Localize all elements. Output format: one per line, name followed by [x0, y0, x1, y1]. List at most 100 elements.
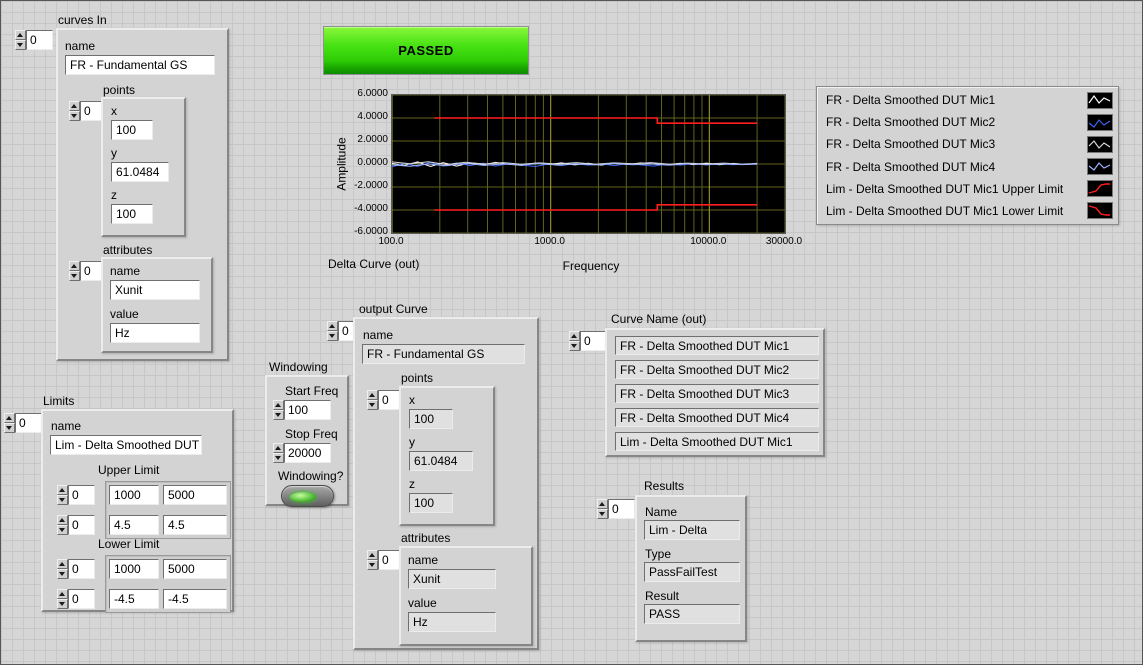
- index-value[interactable]: 0: [580, 331, 607, 351]
- decrement-button[interactable]: [57, 495, 68, 505]
- legend-item[interactable]: FR - Delta Smoothed DUT Mic4: [817, 156, 1118, 178]
- increment-button[interactable]: [569, 331, 580, 341]
- curve-style-icon[interactable]: [1087, 136, 1113, 153]
- decrement-button[interactable]: [69, 271, 80, 281]
- x-axis-label: Frequency: [511, 259, 671, 273]
- stop-freq-control[interactable]: 20000: [273, 443, 331, 463]
- points-cluster: x 100 y 61.0484 z 100: [101, 97, 186, 237]
- curves-in-index-control[interactable]: 0: [15, 30, 53, 50]
- upper-value-index-control[interactable]: 0: [57, 515, 95, 535]
- decrement-button[interactable]: [597, 509, 608, 519]
- attr-value-field[interactable]: Hz: [110, 323, 200, 343]
- windowing-toggle[interactable]: [281, 485, 334, 507]
- index-value[interactable]: 0: [68, 559, 95, 579]
- curve-style-icon[interactable]: [1087, 92, 1113, 109]
- lower-freq-index-control[interactable]: 0: [57, 559, 95, 579]
- lower-value-2-field[interactable]: -4.5: [163, 589, 227, 609]
- decrement-button[interactable]: [273, 410, 284, 420]
- legend-item[interactable]: FR - Delta Smoothed DUT Mic1: [817, 89, 1118, 111]
- curve-style-icon[interactable]: [1087, 180, 1113, 197]
- x-field: 100: [409, 409, 453, 429]
- windowing-toggle-label: Windowing?: [278, 469, 343, 483]
- increment-button[interactable]: [4, 413, 15, 423]
- upper-limit-label: Upper Limit: [98, 463, 159, 477]
- index-value[interactable]: 100: [284, 400, 331, 420]
- decrement-button[interactable]: [15, 40, 26, 50]
- plot-canvas: [392, 95, 785, 233]
- lower-limit-label: Lower Limit: [98, 537, 159, 551]
- increment-button[interactable]: [367, 550, 378, 560]
- legend-item[interactable]: Lim - Delta Smoothed DUT Mic1 Upper Limi…: [817, 178, 1118, 200]
- plot-legend: FR - Delta Smoothed DUT Mic1 FR - Delta …: [816, 86, 1119, 225]
- output-curve-label: output Curve: [359, 302, 428, 316]
- legend-item[interactable]: Lim - Delta Smoothed DUT Mic1 Lower Limi…: [817, 200, 1118, 222]
- y-tick-label: 6.0000: [348, 87, 388, 101]
- curve-style-icon[interactable]: [1087, 202, 1113, 219]
- limits-name-field[interactable]: Lim - Delta Smoothed DUT: [50, 435, 202, 455]
- decrement-button[interactable]: [367, 400, 378, 410]
- passed-label: PASSED: [398, 43, 454, 58]
- attributes-label: attributes: [103, 243, 152, 257]
- decrement-button[interactable]: [569, 341, 580, 351]
- index-value[interactable]: 0: [608, 499, 635, 519]
- increment-button[interactable]: [57, 559, 68, 569]
- attr-name-field[interactable]: Xunit: [110, 280, 200, 300]
- increment-button[interactable]: [69, 261, 80, 271]
- decrement-button[interactable]: [327, 331, 338, 341]
- curve-name-index-control[interactable]: 0: [569, 331, 607, 351]
- curve-style-icon[interactable]: [1087, 158, 1113, 175]
- decrement-button[interactable]: [57, 599, 68, 609]
- index-value[interactable]: 20000: [284, 443, 331, 463]
- increment-button[interactable]: [273, 400, 284, 410]
- increment-button[interactable]: [367, 390, 378, 400]
- decrement-button[interactable]: [69, 111, 80, 121]
- legend-label: Lim - Delta Smoothed DUT Mic1 Upper Limi…: [826, 182, 1087, 196]
- lower-value-1-field[interactable]: -4.5: [109, 589, 159, 609]
- legend-item[interactable]: FR - Delta Smoothed DUT Mic2: [817, 111, 1118, 133]
- decrement-button[interactable]: [367, 560, 378, 570]
- legend-label: FR - Delta Smoothed DUT Mic4: [826, 160, 1087, 174]
- upper-freq-2-field[interactable]: 5000: [163, 485, 227, 505]
- decrement-button[interactable]: [273, 453, 284, 463]
- increment-button[interactable]: [327, 321, 338, 331]
- attr-value-label: value: [110, 307, 139, 321]
- results-index-control[interactable]: 0: [597, 499, 635, 519]
- decrement-button[interactable]: [57, 569, 68, 579]
- limits-name-label: name: [51, 419, 81, 433]
- upper-value-1-field[interactable]: 4.5: [109, 515, 159, 535]
- index-value[interactable]: 0: [68, 515, 95, 535]
- upper-freq-1-field[interactable]: 1000: [109, 485, 159, 505]
- y-field[interactable]: 61.0484: [111, 162, 169, 182]
- increment-button[interactable]: [57, 589, 68, 599]
- curves-in-name-field[interactable]: FR - Fundamental GS: [65, 55, 215, 75]
- y-label: y: [409, 435, 415, 449]
- lower-value-index-control[interactable]: 0: [57, 589, 95, 609]
- z-label: z: [111, 188, 117, 202]
- upper-freq-index-control[interactable]: 0: [57, 485, 95, 505]
- plot-area[interactable]: [391, 94, 786, 234]
- attr-name-label: name: [110, 264, 140, 278]
- curve-name-out-array: FR - Delta Smoothed DUT Mic1 FR - Delta …: [605, 328, 825, 457]
- limits-index-control[interactable]: 0: [4, 413, 42, 433]
- lower-freq-2-field[interactable]: 5000: [163, 559, 227, 579]
- lower-freq-1-field[interactable]: 1000: [109, 559, 159, 579]
- increment-button[interactable]: [57, 485, 68, 495]
- result-name-label: Name: [645, 505, 677, 519]
- index-value[interactable]: 0: [26, 30, 53, 50]
- curve-style-icon[interactable]: [1087, 114, 1113, 131]
- index-value[interactable]: 0: [68, 485, 95, 505]
- decrement-button[interactable]: [4, 423, 15, 433]
- x-field[interactable]: 100: [111, 120, 153, 140]
- z-field[interactable]: 100: [111, 204, 153, 224]
- increment-button[interactable]: [15, 30, 26, 40]
- increment-button[interactable]: [273, 443, 284, 453]
- increment-button[interactable]: [597, 499, 608, 509]
- index-value[interactable]: 0: [15, 413, 42, 433]
- legend-item[interactable]: FR - Delta Smoothed DUT Mic3: [817, 133, 1118, 155]
- start-freq-control[interactable]: 100: [273, 400, 331, 420]
- increment-button[interactable]: [69, 101, 80, 111]
- index-value[interactable]: 0: [68, 589, 95, 609]
- increment-button[interactable]: [57, 515, 68, 525]
- upper-value-2-field[interactable]: 4.5: [163, 515, 227, 535]
- decrement-button[interactable]: [57, 525, 68, 535]
